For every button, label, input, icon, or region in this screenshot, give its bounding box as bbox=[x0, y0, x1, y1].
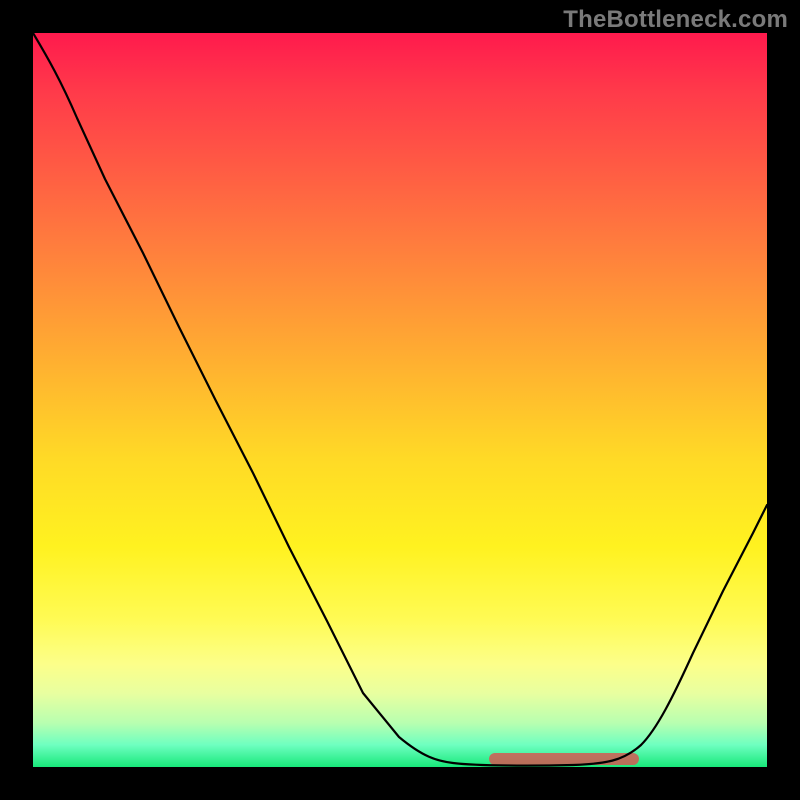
chart-frame: TheBottleneck.com bbox=[0, 0, 800, 800]
chart-svg bbox=[33, 33, 767, 767]
plot-area bbox=[33, 33, 767, 767]
bottleneck-curve bbox=[33, 33, 767, 766]
watermark-text: TheBottleneck.com bbox=[563, 6, 788, 34]
